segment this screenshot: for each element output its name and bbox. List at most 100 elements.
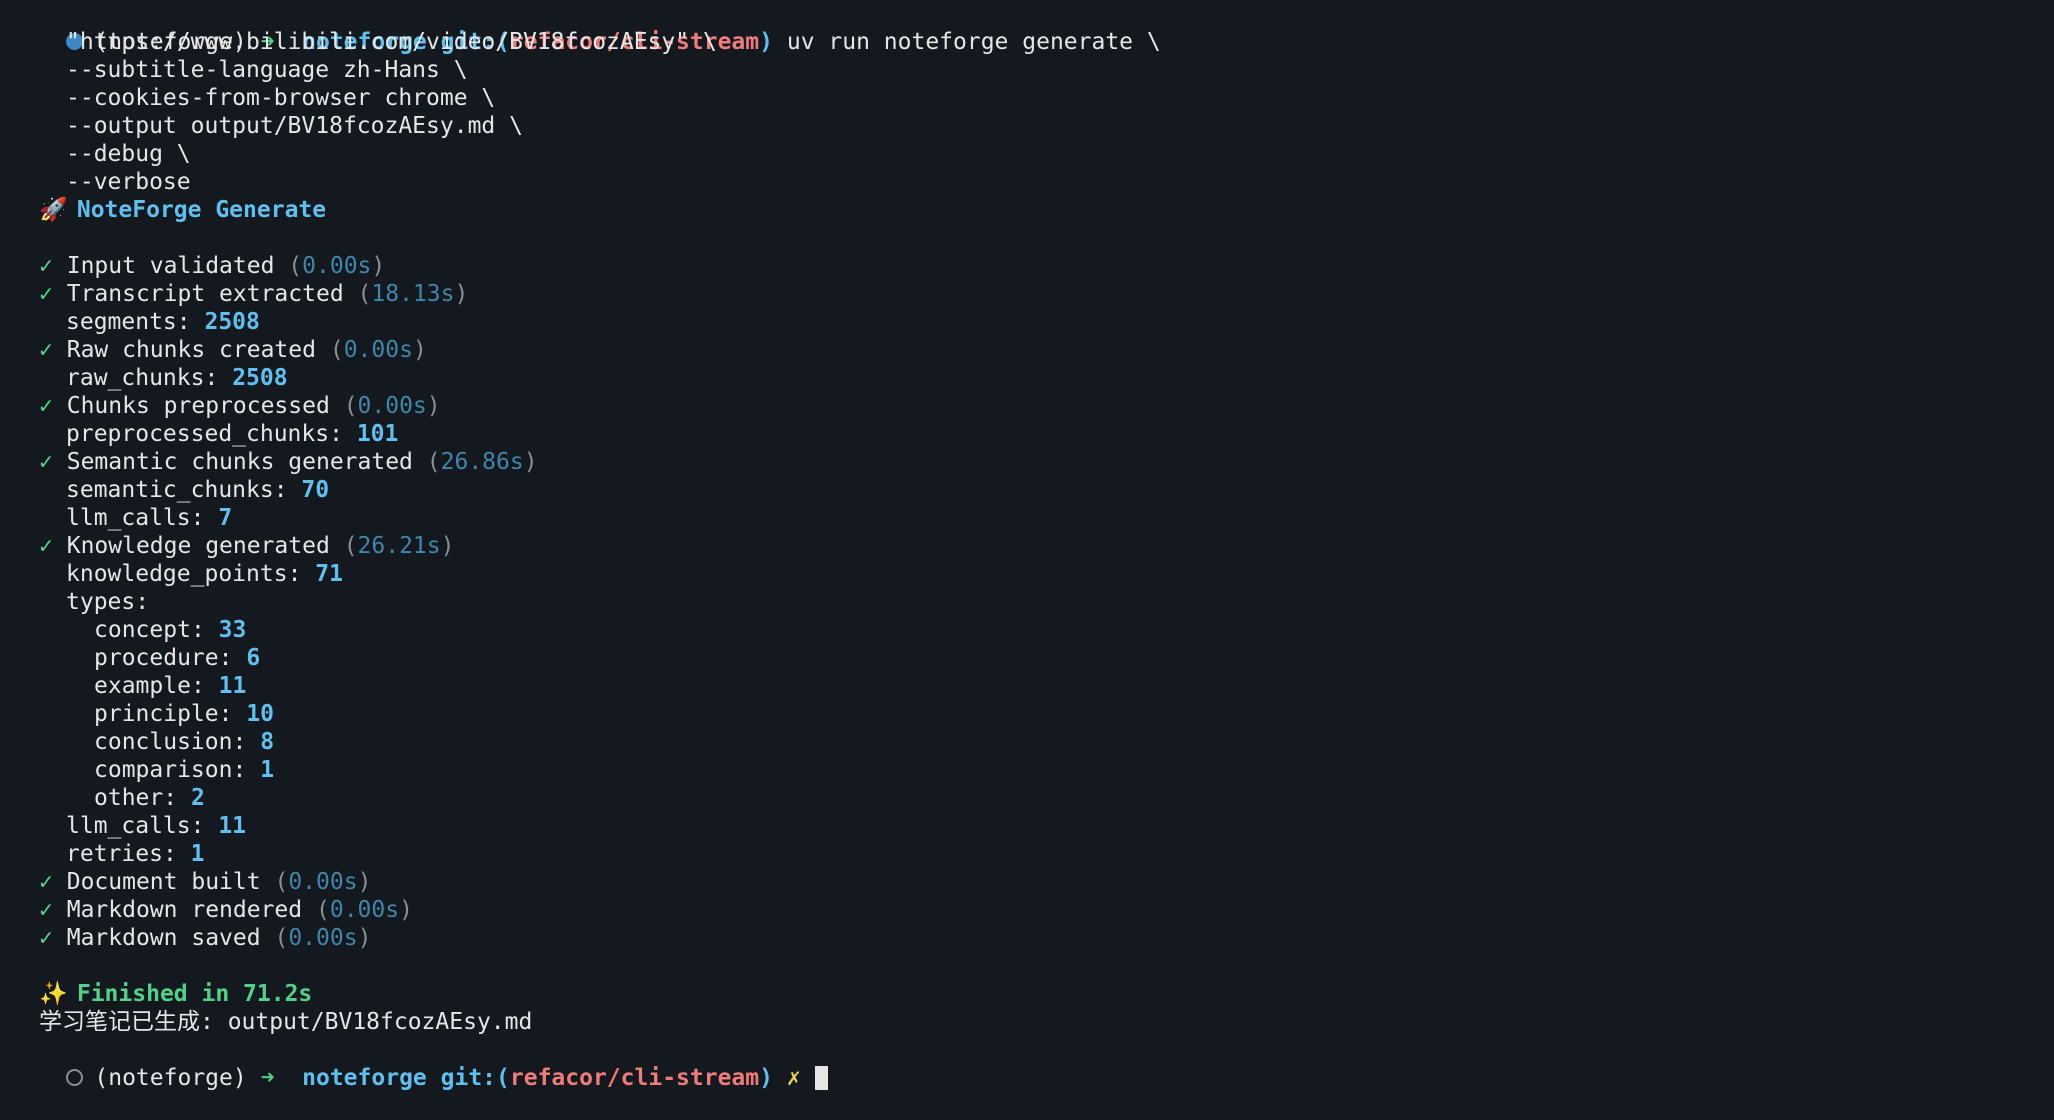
time-close-paren: ) (523, 449, 538, 475)
detail-key: retries (66, 841, 163, 867)
prompt-git-branch: refacor/cli-stream (509, 1065, 760, 1091)
step-label: Transcript extracted (66, 281, 344, 307)
detail-line: llm_calls: 11 (11, 812, 2054, 840)
prompt-arrow-icon: ➜ (260, 1065, 275, 1091)
detail-value: 7 (218, 505, 233, 531)
time-close-paren: ) (426, 393, 441, 419)
detail-colon: : (204, 365, 233, 391)
step-label: Semantic chunks generated (66, 449, 413, 475)
terminal-window[interactable]: (noteforge) ➜ noteforge git:(refacor/cli… (0, 0, 2054, 1091)
detail-colon: : (162, 841, 191, 867)
time-close-paren: ) (454, 281, 469, 307)
command-text: uv run noteforge generate \ (786, 29, 1161, 55)
finished-line: ✨ Finished in 71.2s (11, 980, 2054, 1008)
detail-line: example: 11 (11, 672, 2054, 700)
step-duration: 0.00s (343, 337, 413, 363)
prompt-git-suffix: ) (759, 1065, 773, 1091)
detail-value: 6 (246, 645, 261, 671)
prompt-directory: noteforge (302, 1065, 427, 1091)
detail-colon: : (218, 701, 247, 727)
detail-key: procedure (94, 645, 219, 671)
time-open-paren: ( (329, 337, 344, 363)
step-label: Markdown rendered (66, 897, 303, 923)
detail-colon: : (218, 645, 247, 671)
sparkles-icon: ✨ (39, 981, 68, 1007)
step-label: Document built (66, 869, 261, 895)
time-open-paren: ( (343, 533, 358, 559)
detail-colon: : (176, 309, 205, 335)
time-close-paren: ) (412, 337, 427, 363)
detail-value: 70 (301, 477, 330, 503)
detail-colon: : (232, 729, 261, 755)
detail-colon: : (273, 477, 302, 503)
detail-line: raw_chunks: 2508 (11, 364, 2054, 392)
detail-colon: : (287, 561, 316, 587)
step-label: Markdown saved (66, 925, 261, 951)
detail-line: semantic_chunks: 70 (11, 476, 2054, 504)
step-line: ✓ Transcript extracted (18.13s) (11, 280, 2054, 308)
detail-line: retries: 1 (11, 840, 2054, 868)
detail-colon: : (190, 673, 219, 699)
detail-key: comparison (94, 757, 233, 783)
time-close-paren: ) (371, 253, 386, 279)
step-duration: 26.21s (357, 533, 441, 559)
time-open-paren: ( (315, 897, 330, 923)
result-line: 学习笔记已生成: output/BV18fcozAEsy.md (39, 1009, 533, 1035)
detail-line: segments: 2508 (11, 308, 2054, 336)
check-icon: ✓ (39, 337, 53, 363)
detail-colon: : (232, 757, 261, 783)
time-open-paren: ( (343, 393, 358, 419)
detail-line: knowledge_points: 71 (11, 560, 2054, 588)
step-line: ✓ Document built (0.00s) (11, 868, 2054, 896)
detail-line: concept: 33 (11, 616, 2054, 644)
run-title: NoteForge Generate (76, 197, 327, 223)
rocket-icon: 🚀 (39, 197, 68, 223)
step-duration: 0.00s (288, 869, 358, 895)
detail-line: comparison: 1 (11, 756, 2054, 784)
step-line: ✓ Knowledge generated (26.21s) (11, 532, 2054, 560)
detail-value: 101 (356, 421, 399, 447)
detail-key: preprocessed_chunks (66, 421, 330, 447)
detail-line: conclusion: 8 (11, 728, 2054, 756)
step-label: Knowledge generated (66, 533, 330, 559)
detail-line: procedure: 6 (11, 644, 2054, 672)
detail-key: llm_calls (66, 505, 191, 531)
command-arg: --subtitle-language zh-Hans \ (66, 57, 468, 83)
detail-key: semantic_chunks (66, 477, 274, 503)
check-icon: ✓ (39, 869, 53, 895)
step-label: Chunks preprocessed (66, 393, 330, 419)
detail-value: 2 (190, 785, 205, 811)
detail-key: conclusion (94, 729, 233, 755)
step-line: ✓ Input validated (0.00s) (11, 252, 2054, 280)
active-prompt-line[interactable]: (noteforge) ➜ noteforge git:(refacor/cli… (11, 1036, 2054, 1091)
time-close-paren: ) (399, 897, 413, 923)
detail-key: segments (66, 309, 177, 335)
prompt-git-prefix: git:( (440, 1065, 510, 1091)
step-line: ✓ Semantic chunks generated (26.86s) (11, 448, 2054, 476)
run-header: 🚀 NoteForge Generate (11, 196, 2054, 224)
check-icon: ✓ (39, 253, 53, 279)
detail-line: preprocessed_chunks: 101 (11, 420, 2054, 448)
detail-value: 2508 (232, 365, 288, 391)
check-icon: ✓ (39, 533, 53, 559)
step-duration: 0.00s (288, 925, 358, 951)
detail-key: raw_chunks (66, 365, 205, 391)
detail-key: concept (94, 617, 191, 643)
command-arg: --debug \ (66, 141, 191, 167)
step-line: ✓ Markdown rendered (0.00s) (11, 896, 2054, 924)
check-icon: ✓ (39, 897, 53, 923)
step-duration: 0.00s (302, 253, 372, 279)
check-icon: ✓ (39, 925, 53, 951)
check-icon: ✓ (39, 449, 53, 475)
detail-value: 1 (190, 841, 205, 867)
detail-colon: : (163, 785, 191, 811)
detail-value: 1 (260, 757, 275, 783)
step-duration: 26.86s (440, 449, 524, 475)
detail-value: 11 (218, 673, 247, 699)
step-line: ✓ Markdown saved (0.00s) (11, 924, 2054, 952)
detail-line: principle: 10 (11, 700, 2054, 728)
text-cursor[interactable] (814, 1066, 828, 1090)
time-close-paren: ) (357, 869, 372, 895)
git-dirty-icon: ✗ (786, 1065, 801, 1091)
